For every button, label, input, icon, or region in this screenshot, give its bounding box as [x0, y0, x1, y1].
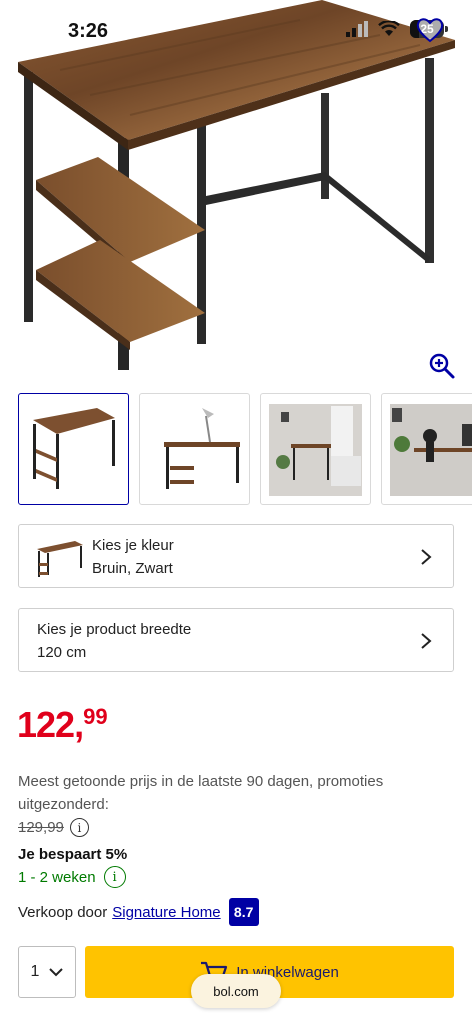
chevron-right-icon [421, 549, 432, 565]
saving-text: Je bespaart 5% [18, 846, 128, 863]
info-icon[interactable]: i [69, 818, 89, 837]
width-selector[interactable]: Kies je product breedte 120 cm [18, 608, 454, 672]
quantity-select[interactable]: 1 [18, 946, 76, 998]
old-price-row: 129,99 i [18, 818, 89, 837]
signal-icon [346, 21, 368, 37]
color-swatch-image [37, 541, 83, 577]
promo-text: Meest getoonde prijs in de laatste 90 da… [18, 773, 384, 813]
delivery-row: 1 - 2 weken i [18, 866, 126, 888]
thumbnail-3[interactable] [260, 393, 371, 505]
price-decimals: 99 [83, 704, 108, 729]
chevron-right-icon [421, 633, 432, 649]
seller-link[interactable]: Signature Home [112, 904, 220, 921]
color-selector[interactable]: Kies je kleur Bruin, Zwart [18, 524, 454, 588]
price: 122,99 [17, 704, 108, 746]
browser-url-pill[interactable]: bol.com [191, 974, 281, 1008]
delivery-time: 1 - 2 weken [18, 868, 96, 886]
zoom-icon [429, 353, 455, 379]
status-time: 3:26 [68, 20, 109, 42]
thumbnail-strip[interactable] [18, 393, 472, 507]
thumbnail-1[interactable] [18, 393, 129, 505]
seller-row: Verkoop door Signature Home 8.7 [18, 898, 259, 926]
thumbnail-4[interactable] [381, 393, 472, 505]
wifi-icon [378, 21, 400, 36]
zoom-button[interactable] [428, 352, 456, 380]
width-selector-value: 120 cm [37, 644, 87, 661]
color-selector-value: Bruin, Zwart [92, 560, 173, 577]
heart-icon [416, 18, 444, 43]
price-integer: 122, [17, 704, 84, 745]
seller-score-badge[interactable]: 8.7 [228, 898, 259, 926]
chevron-down-icon [49, 968, 64, 977]
thumbnail-2[interactable] [139, 393, 250, 505]
seller-prefix: Verkoop door [18, 903, 108, 921]
color-selector-title: Kies je kleur [92, 537, 174, 554]
status-bar: 3:26 25 [0, 0, 472, 62]
width-selector-title: Kies je product breedte [37, 621, 192, 638]
favorite-button[interactable] [410, 12, 450, 48]
old-price: 129,99 [18, 819, 64, 836]
quantity-value: 1 [30, 963, 40, 980]
delivery-info-icon[interactable]: i [103, 866, 126, 888]
